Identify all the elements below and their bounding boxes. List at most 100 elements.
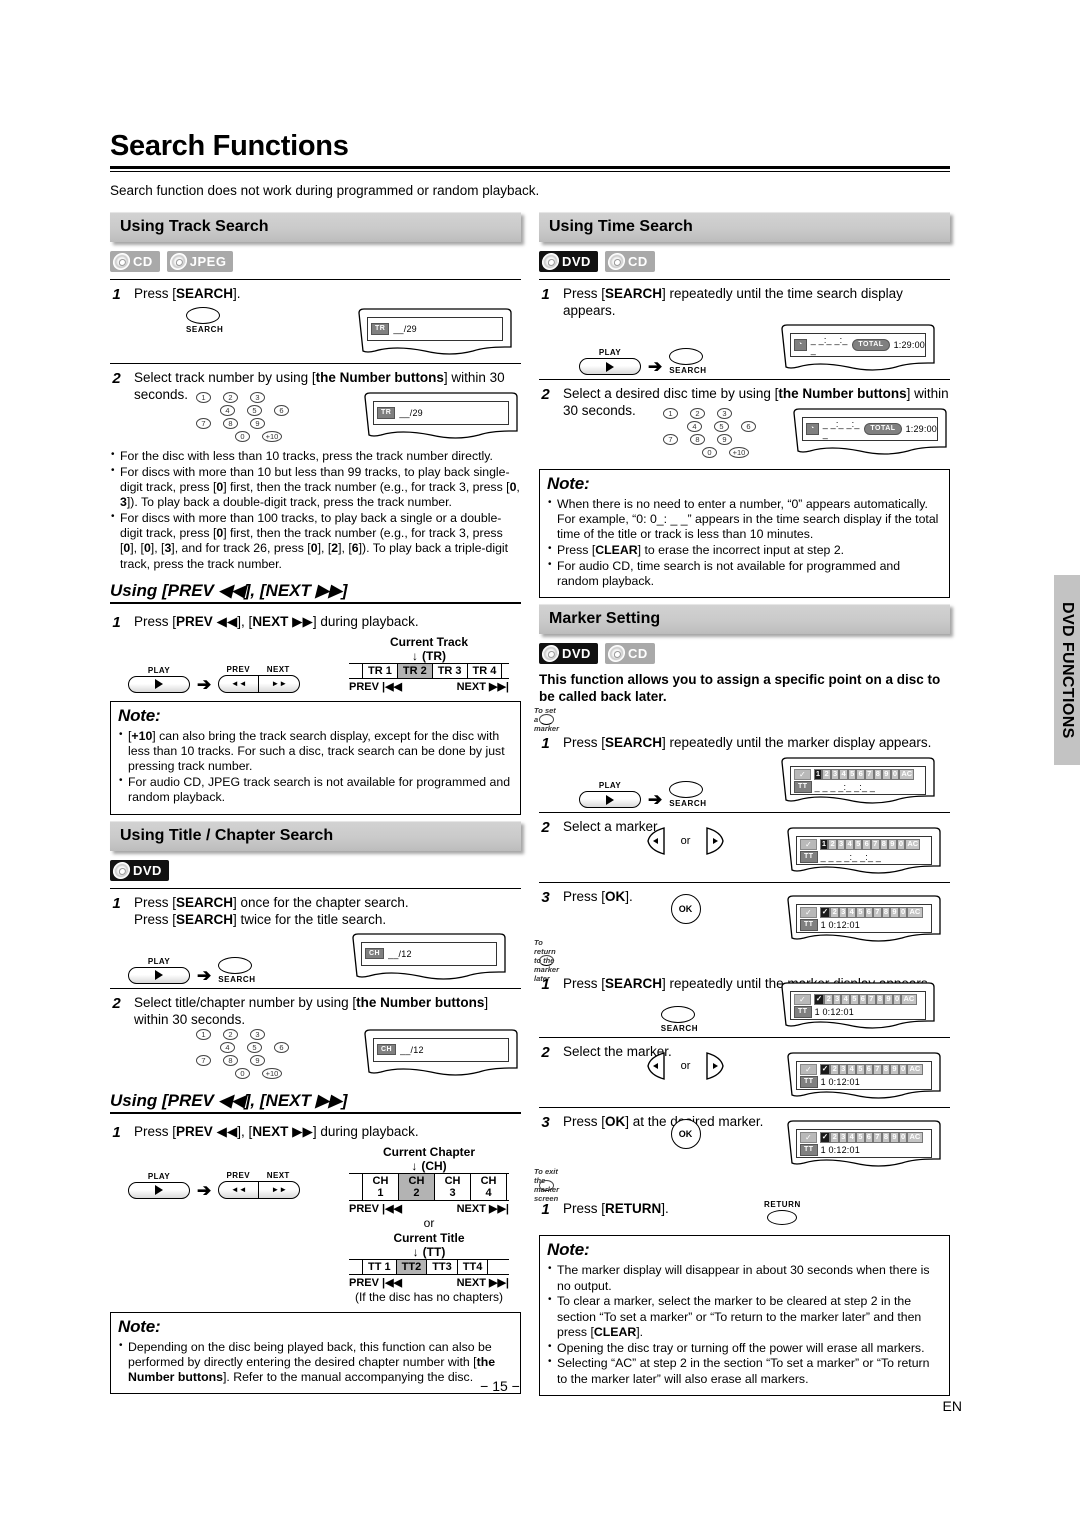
num-button-plus10[interactable]: +10 — [729, 447, 749, 458]
num-button-5[interactable]: 5 — [247, 1041, 262, 1053]
num-button-9[interactable]: 9 — [250, 418, 265, 429]
right-arrow-button[interactable] — [704, 826, 726, 856]
arrow-icon: ➔ — [197, 674, 212, 694]
step-number: 2 — [541, 819, 550, 837]
chapter-position-diagram: Current Chapter ↓ (CH) CH 1 CH 2 CH 3 CH … — [349, 1145, 509, 1215]
step-text: Press [SEARCH] repeatedly until the time… — [563, 286, 903, 318]
bullet: For discs with more than 100 tracks, to … — [110, 511, 521, 572]
prev-button[interactable]: ◄◄ — [219, 1181, 260, 1198]
num-button-6[interactable]: 6 — [274, 405, 289, 416]
marker-slots: 1 2 3 4 5 6 7 8 9 0 AC — [819, 838, 921, 851]
num-button-3[interactable]: 3 — [717, 408, 732, 419]
prev-label: PREV — [226, 1170, 250, 1180]
ok-button[interactable]: OK — [670, 894, 701, 925]
num-button-5[interactable]: 5 — [714, 421, 729, 432]
badge-cd: CD — [604, 251, 655, 272]
number-buttons-time[interactable]: 1 2 3 4 5 6 7 8 9 0 +10 — [663, 407, 784, 461]
manual-page: Search Functions Search function does no… — [110, 130, 950, 1402]
num-button-4[interactable]: 4 — [687, 421, 702, 432]
step-text: Press [SEARCH] repeatedly until the mark… — [563, 735, 932, 751]
step-number: 1 — [541, 286, 550, 303]
ok-button[interactable]: OK — [670, 1119, 701, 1150]
num-button-9[interactable]: 9 — [250, 1054, 265, 1066]
search-button[interactable] — [669, 348, 704, 365]
num-button-6[interactable]: 6 — [741, 421, 756, 432]
marker-slot-7: 7 — [873, 1063, 882, 1076]
num-button-1[interactable]: 1 — [196, 392, 211, 403]
prev-button[interactable]: ◄◄ — [219, 675, 260, 692]
badge-label: DVD — [562, 646, 591, 662]
search-button[interactable] — [660, 1006, 695, 1024]
num-button-7[interactable]: 7 — [196, 1054, 211, 1066]
display-value: 1 0:12:01 — [814, 1007, 854, 1018]
tv-display-marker-set-3: ✓ ✓ 2 3 4 5 6 7 8 9 0 AC TT 1 0:12:01 — [784, 894, 944, 946]
num-button-0[interactable]: 0 — [235, 431, 250, 442]
num-button-2[interactable]: 2 — [690, 408, 705, 419]
tv-display-track-1: TR __/29 — [355, 307, 515, 359]
arrow-icon: ➔ — [648, 357, 663, 376]
num-button-plus10[interactable]: +10 — [262, 1067, 282, 1079]
num-button-6[interactable]: 6 — [274, 1041, 289, 1053]
track-cell: TR 4 — [466, 663, 503, 678]
next-button[interactable]: ►► — [259, 676, 299, 692]
current-title-abbr: (TT) — [422, 1244, 446, 1259]
badge-label: CD — [627, 254, 648, 269]
step-exitmarker-1: 1 Press [RETURN]. RETURN — [539, 1195, 950, 1227]
subheading-exit-marker: To exit the marker screen — [533, 1167, 560, 1204]
current-chapter-abbr: (CH) — [421, 1158, 447, 1173]
return-button[interactable] — [767, 1210, 798, 1226]
num-button-5[interactable]: 5 — [247, 405, 262, 416]
section-header-time-search: Using Time Search — [539, 212, 950, 242]
num-button-8[interactable]: 8 — [690, 434, 705, 445]
numpad[interactable]: 1 2 3 4 5 6 7 8 9 0 +10 — [196, 392, 355, 442]
prev-next-button[interactable]: ◄◄ ►► — [218, 1180, 301, 1199]
marker-slot-2: 2 — [830, 906, 839, 919]
number-buttons-track[interactable]: 1 2 3 4 5 6 7 8 9 0 +10 — [196, 391, 355, 445]
num-button-7[interactable]: 7 — [663, 434, 678, 445]
num-button-4[interactable]: 4 — [220, 1041, 235, 1053]
clock-icon: ◔ — [806, 423, 819, 435]
right-arrow-button[interactable] — [704, 1051, 726, 1081]
badge-jpeg: JPEG — [166, 251, 234, 272]
search-button[interactable] — [186, 307, 220, 324]
next-button[interactable]: ►► — [259, 1182, 299, 1198]
left-arrow-button[interactable] — [645, 826, 667, 856]
num-button-1[interactable]: 1 — [663, 408, 678, 419]
marker-slot-9: 9 — [888, 838, 897, 851]
checkmark-icon: ✓ — [800, 839, 817, 851]
numpad[interactable]: 123 456 789 0 +10 — [196, 1028, 355, 1079]
num-button-8[interactable]: 8 — [223, 418, 238, 429]
num-button-0[interactable]: 0 — [235, 1067, 250, 1079]
section-header-marker-setting: Marker Setting — [539, 604, 950, 635]
search-button[interactable] — [218, 956, 253, 974]
prev-next-button[interactable]: ◄◄ ►► — [218, 674, 301, 693]
num-button-2[interactable]: 2 — [223, 1028, 238, 1040]
display-value: 1 0:12:01 — [820, 1077, 860, 1088]
num-button-7[interactable]: 7 — [196, 418, 211, 429]
num-button-3[interactable]: 3 — [250, 1028, 265, 1040]
numpad[interactable]: 1 2 3 4 5 6 7 8 9 0 +10 — [663, 408, 784, 458]
num-button-3[interactable]: 3 — [250, 392, 265, 403]
number-buttons-chapter[interactable]: 123 456 789 0 +10 — [196, 1028, 355, 1082]
left-arrow-button[interactable] — [645, 1051, 667, 1081]
chapter-cell: CH 4 — [470, 1173, 508, 1200]
num-button-4[interactable]: 4 — [220, 405, 235, 416]
num-button-plus10[interactable]: +10 — [262, 431, 282, 442]
display-tag: TR — [371, 323, 390, 335]
num-button-9[interactable]: 9 — [717, 434, 732, 445]
search-button[interactable] — [669, 781, 704, 799]
display-value: 1 0:12:01 — [820, 920, 860, 931]
num-button-1[interactable]: 1 — [196, 1028, 211, 1040]
play-button[interactable] — [128, 966, 190, 984]
play-button[interactable] — [128, 675, 190, 693]
display-time: 1:29:00 — [905, 424, 937, 434]
play-button[interactable] — [128, 1181, 190, 1199]
page-number: − 15 − — [480, 1378, 520, 1394]
play-button[interactable] — [579, 358, 641, 375]
num-button-0[interactable]: 0 — [702, 447, 717, 458]
step-number: 3 — [541, 889, 550, 907]
play-button[interactable] — [579, 791, 641, 809]
num-button-2[interactable]: 2 — [223, 392, 238, 403]
num-button-8[interactable]: 8 — [223, 1054, 238, 1066]
disc-badges-time-search: DVD CD — [539, 251, 950, 272]
